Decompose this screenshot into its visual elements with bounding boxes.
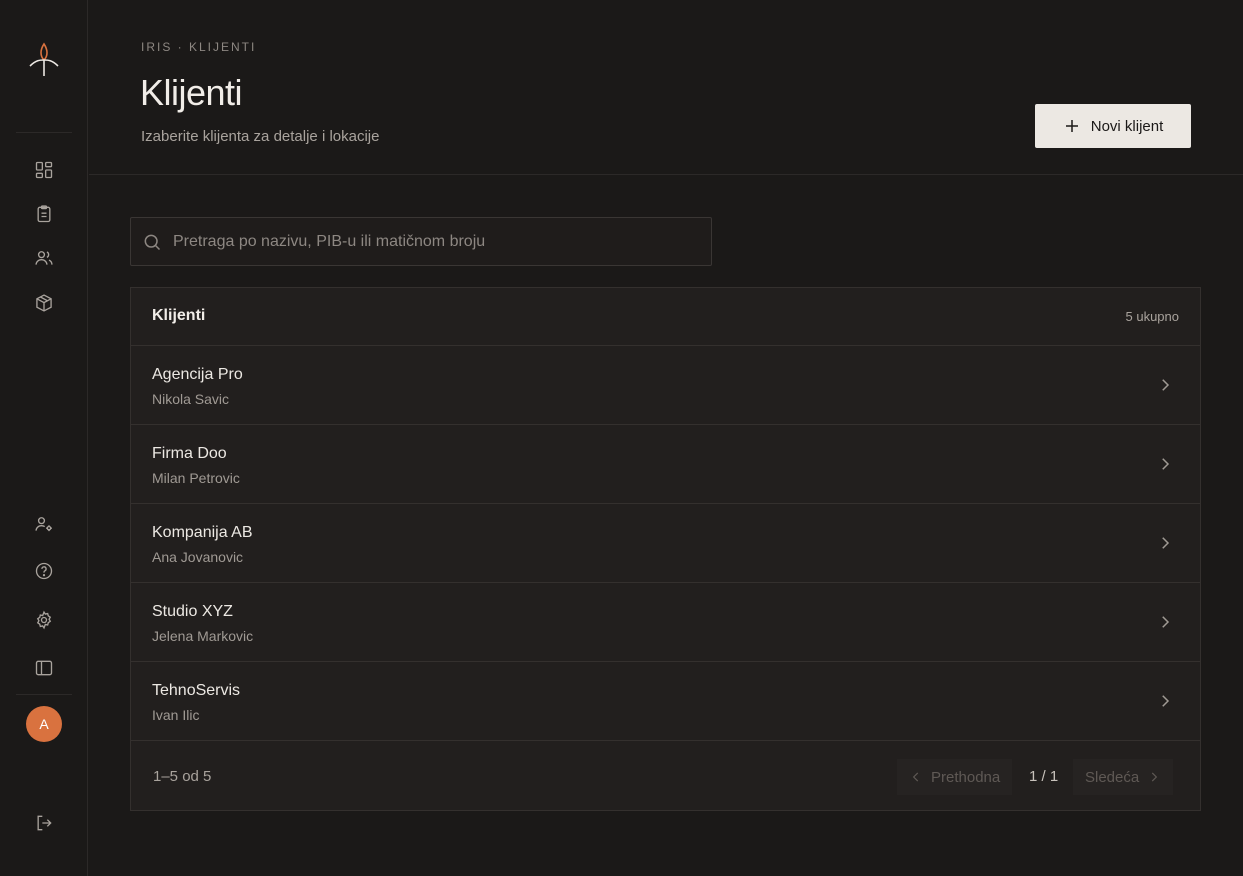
page-header: IRIS · KLIJENTI Klijenti Izaberite klije… bbox=[89, 0, 1243, 175]
package-icon bbox=[36, 294, 52, 312]
prev-page-button[interactable]: Prethodna bbox=[897, 759, 1013, 795]
plus-icon bbox=[1065, 120, 1078, 132]
chevron-right-icon bbox=[1162, 616, 1170, 628]
nav-tasks[interactable] bbox=[26, 196, 62, 232]
help-icon bbox=[35, 562, 53, 580]
chevron-right-icon bbox=[1162, 695, 1170, 707]
client-name: TehnoServis bbox=[152, 682, 241, 699]
chevron-left-icon bbox=[912, 772, 919, 782]
client-row[interactable]: Agencija Pro Nikola Savic bbox=[131, 346, 1200, 425]
search-input[interactable] bbox=[173, 218, 703, 265]
sidebar-divider bbox=[16, 132, 72, 133]
iris-logo[interactable] bbox=[26, 40, 62, 80]
clipboard-icon bbox=[37, 205, 51, 223]
page-indicator: 1 / 1 bbox=[1029, 768, 1059, 785]
client-name: Agencija Pro bbox=[152, 366, 243, 383]
client-list-title: Klijenti bbox=[152, 307, 206, 324]
nav-toggle-sidebar[interactable] bbox=[26, 650, 62, 686]
page-title: Klijenti bbox=[140, 72, 243, 113]
client-list-panel: Klijenti 5 ukupno Agencija Pro Nikola Sa… bbox=[130, 287, 1201, 811]
client-name: Kompanija AB bbox=[152, 524, 253, 541]
client-count: 5 ukupno bbox=[1125, 309, 1180, 324]
prev-page-label: Prethodna bbox=[931, 768, 1001, 786]
app-root: A IRIS · KLIJENTI Klijenti Izaberite kli… bbox=[0, 0, 1243, 876]
next-page-label: Sledeća bbox=[1085, 768, 1140, 786]
client-list-header: Klijenti 5 ukupno bbox=[131, 288, 1200, 346]
nav-clients[interactable] bbox=[26, 240, 62, 276]
client-contact: Jelena Markovic bbox=[152, 628, 254, 644]
chevron-right-icon bbox=[1152, 772, 1158, 782]
users-icon bbox=[35, 251, 53, 265]
dashboard-icon bbox=[35, 161, 53, 179]
search-icon bbox=[144, 234, 161, 251]
sidebar-toggle-icon bbox=[35, 660, 53, 676]
chevron-right-icon bbox=[1162, 458, 1170, 470]
client-row[interactable]: TehnoServis Ivan Ilic bbox=[131, 662, 1200, 741]
breadcrumb: IRIS · KLIJENTI bbox=[141, 40, 257, 54]
nav-user-settings[interactable] bbox=[26, 506, 62, 542]
new-client-button[interactable]: Novi klijent bbox=[1035, 104, 1191, 148]
chevron-right-icon bbox=[1162, 379, 1170, 391]
new-client-label: Novi klijent bbox=[1090, 117, 1164, 135]
client-contact: Milan Petrovic bbox=[152, 470, 240, 486]
avatar[interactable]: A bbox=[26, 706, 62, 742]
next-page-button[interactable]: Sledeća bbox=[1073, 759, 1174, 795]
pagination: 1–5 od 5 Prethodna 1 / 1 Sledeća bbox=[131, 742, 1200, 810]
client-name: Studio XYZ bbox=[152, 603, 233, 620]
chevron-right-icon bbox=[1162, 537, 1170, 549]
search-box bbox=[130, 217, 712, 266]
user-settings-icon bbox=[35, 517, 52, 532]
client-name: Firma Doo bbox=[152, 445, 227, 462]
client-contact: Ana Jovanovic bbox=[152, 549, 244, 565]
avatar-initial: A bbox=[39, 716, 49, 732]
gear-icon bbox=[36, 610, 52, 630]
pagination-range: 1–5 od 5 bbox=[153, 768, 212, 785]
logout-button[interactable] bbox=[26, 805, 62, 841]
nav-products[interactable] bbox=[26, 285, 62, 321]
client-row[interactable]: Firma Doo Milan Petrovic bbox=[131, 425, 1200, 504]
nav-dashboard[interactable] bbox=[26, 152, 62, 188]
client-row[interactable]: Studio XYZ Jelena Markovic bbox=[131, 583, 1200, 662]
sidebar-divider bbox=[16, 694, 72, 695]
nav-settings[interactable] bbox=[26, 602, 62, 638]
page-subtitle: Izaberite klijenta za detalje i lokacije bbox=[141, 128, 380, 145]
client-contact: Ivan Ilic bbox=[152, 707, 200, 723]
client-contact: Nikola Savic bbox=[152, 391, 230, 407]
nav-help[interactable] bbox=[26, 553, 62, 589]
client-row[interactable]: Kompanija AB Ana Jovanovic bbox=[131, 504, 1200, 583]
sidebar: A bbox=[0, 0, 88, 876]
logout-icon bbox=[37, 815, 52, 831]
